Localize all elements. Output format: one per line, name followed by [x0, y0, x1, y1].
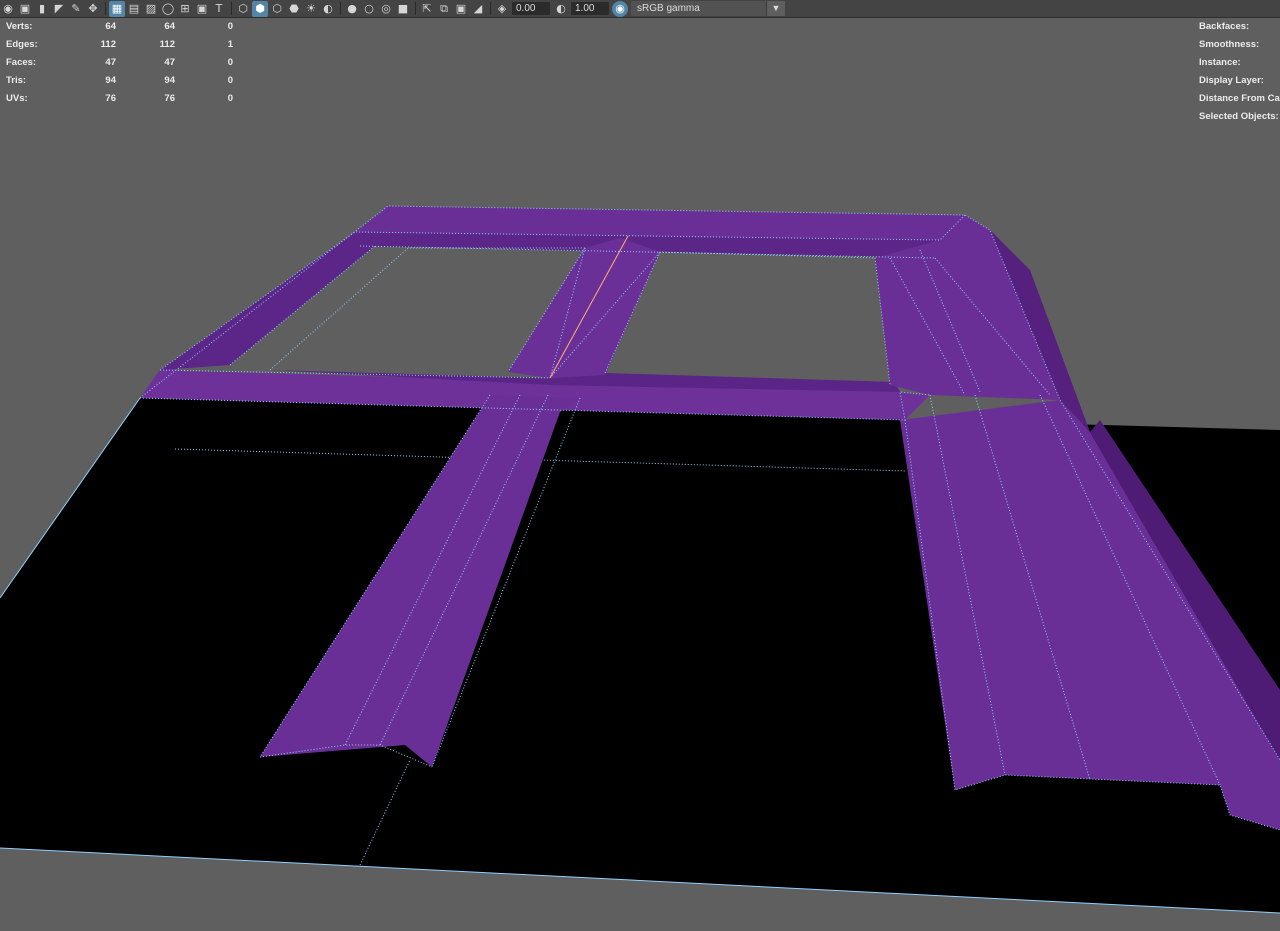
hud-label: Verts: [6, 21, 33, 32]
hud-row-tris: Tris: 94 94 0 [6, 72, 246, 90]
hud-label-distance: Distance From Camera: [1199, 93, 1280, 104]
default-material-icon[interactable]: ⬡ [269, 1, 285, 17]
hud-value: 64 [164, 21, 175, 32]
hud-row-verts: Verts: 64 64 0 [6, 18, 246, 36]
hud-label-display-layer: Display Layer: [1199, 75, 1264, 86]
hud-value: 76 [105, 93, 116, 104]
hud-row-uvs: UVs: 76 76 0 [6, 90, 246, 108]
colorspace-dropdown[interactable]: sRGB gamma ▼ [631, 1, 785, 16]
smooth-shade-icon[interactable]: ⬢ [252, 0, 268, 17]
hud-value: 0 [227, 93, 233, 104]
gamma-icon[interactable]: ◐ [553, 1, 569, 17]
textured-icon[interactable]: ⬣ [286, 1, 302, 17]
hud-value: 1 [227, 39, 233, 50]
hud-label: Edges: [6, 39, 38, 50]
hud-value: 112 [159, 39, 175, 50]
chevron-down-icon[interactable]: ▼ [766, 1, 785, 16]
hud-value: 0 [227, 57, 233, 68]
hud-value: 76 [164, 93, 175, 104]
colorspace-label: sRGB gamma [637, 3, 700, 14]
exposure-field[interactable]: 0.00 [512, 2, 550, 15]
resolution-gate-icon[interactable]: ▨ [143, 1, 159, 17]
viewport-3d[interactable] [0, 18, 1280, 931]
safe-title-icon[interactable]: T [211, 1, 227, 17]
isolate-select-icon[interactable]: ⇱ [419, 1, 435, 17]
hud-value: 94 [164, 75, 175, 86]
xray-icon[interactable]: ⧉ [436, 1, 452, 17]
camera-icon[interactable]: ◉ [0, 1, 16, 17]
grid-icon[interactable]: ▦ [109, 0, 125, 17]
image-plane-icon[interactable]: ◤ [51, 1, 67, 17]
bookmark-icon[interactable]: ▮ [34, 1, 50, 17]
hud-value: 0 [227, 75, 233, 86]
hud-label: Tris: [6, 75, 27, 86]
hud-label: UVs: [6, 93, 28, 104]
toolbar-separator [231, 2, 232, 15]
toolbar-separator [105, 2, 106, 15]
gamma-field[interactable]: 1.00 [571, 2, 609, 15]
multisample-aa-icon[interactable]: ◎ [378, 1, 394, 17]
object-details-hud: Backfaces: Smoothness: Instance: Display… [1199, 18, 1280, 126]
toolbar-separator [415, 2, 416, 15]
use-all-lights-icon[interactable]: ☀ [303, 1, 319, 17]
poly-count-hud: Verts: 64 64 0 Edges: 112 112 1 Faces: 4… [6, 18, 246, 108]
hud-row-edges: Edges: 112 112 1 [6, 36, 246, 54]
toolbar-separator [490, 2, 491, 15]
grease-pencil-icon[interactable]: ✎ [68, 1, 84, 17]
hud-value: 47 [164, 57, 175, 68]
hud-label-selected-objects: Selected Objects: [1199, 111, 1279, 122]
screen-space-ao-icon[interactable]: ● [344, 1, 360, 17]
motion-blur-icon[interactable]: ○ [361, 1, 377, 17]
hud-value: 0 [227, 21, 233, 32]
film-gate-icon[interactable]: ▤ [126, 1, 142, 17]
hud-value: 112 [100, 39, 116, 50]
hud-label: Faces: [6, 57, 37, 68]
gate-mask-icon[interactable]: ◯ [160, 1, 176, 17]
hud-label-smoothness: Smoothness: [1199, 39, 1260, 50]
exposure-icon[interactable]: ◈ [494, 1, 510, 17]
panel-toolbar: ◉ ▣ ▮ ◤ ✎ ✥ ▦ ▤ ▨ ◯ ⊞ ▣ T ⬡ ⬢ ⬡ ⬣ ☀ ◐ ● … [0, 0, 1280, 18]
depth-of-field-icon[interactable]: ■ [395, 1, 411, 17]
2d-pan-zoom-icon[interactable]: ✥ [85, 1, 101, 17]
hud-value: 94 [105, 75, 116, 86]
hud-label-instance: Instance: [1199, 57, 1241, 68]
xray-joints-icon[interactable]: ▣ [453, 1, 469, 17]
field-chart-icon[interactable]: ⊞ [177, 1, 193, 17]
safe-action-icon[interactable]: ▣ [194, 1, 210, 17]
color-management-icon[interactable]: ◉ [612, 0, 628, 17]
hud-row-faces: Faces: 47 47 0 [6, 54, 246, 72]
hud-label-backfaces: Backfaces: [1199, 21, 1250, 32]
hud-value: 47 [105, 57, 116, 68]
xray-active-icon[interactable]: ◢ [470, 1, 486, 17]
camera-attributes-icon[interactable]: ▣ [17, 1, 33, 17]
hud-value: 64 [105, 21, 116, 32]
shadows-icon[interactable]: ◐ [320, 1, 336, 17]
toolbar-separator [340, 2, 341, 15]
wireframe-icon[interactable]: ⬡ [235, 1, 251, 17]
